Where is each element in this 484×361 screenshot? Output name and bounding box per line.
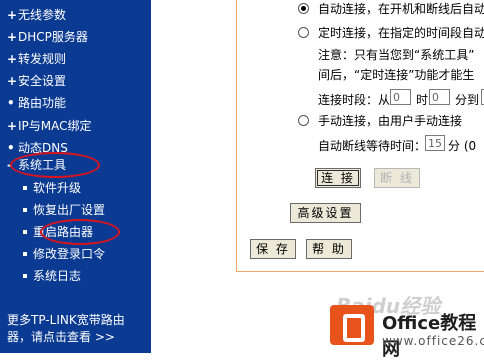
help-button[interactable]: 帮 助 (306, 239, 352, 259)
period-from-input[interactable]: 0 (390, 89, 411, 105)
sidebar-subitem-change-password[interactable]: 修改登录口令 (23, 247, 105, 261)
bullet-icon: • (7, 96, 15, 110)
sidebar-item-ddns[interactable]: • 动态DNS (7, 141, 68, 155)
advanced-settings-button[interactable]: 高级设置 (290, 203, 361, 223)
period-hour-label: 时 (416, 93, 429, 107)
expand-icon: + (7, 30, 18, 44)
collapse-icon: - (7, 158, 12, 172)
disconnect-button[interactable]: 断 线 (374, 168, 420, 188)
sidebar-item-security[interactable]: +安全设置 (7, 74, 66, 88)
sidebar-item-routing[interactable]: • 路由功能 (7, 96, 66, 110)
sidebar-subitem-reboot[interactable]: 重启路由器 (23, 225, 93, 239)
connect-button[interactable]: 连 接 (315, 168, 361, 188)
wan-connection-panel: 自动连接，在开机和断线后自动 定时连接，在指定的时间段自动 注意：只有当您到“系… (236, 0, 484, 272)
bullet-icon (23, 274, 27, 278)
idle-timeout-label: 自动断线等待时间： (318, 139, 427, 153)
option-manual-connect-label: 手动连接，由用户手动连接 (318, 114, 463, 128)
save-button[interactable]: 保 存 (250, 239, 296, 259)
radio-manual-connect[interactable] (298, 115, 309, 126)
expand-icon: + (7, 52, 18, 66)
radio-timed-connect[interactable] (298, 27, 309, 38)
idle-timeout-input[interactable]: 15 (425, 135, 445, 151)
option-timed-connect-label: 定时连接，在指定的时间段自动 (318, 26, 484, 40)
sidebar-subitem-firmware-upgrade[interactable]: 软件升级 (23, 181, 81, 195)
bullet-icon (23, 208, 27, 212)
promo-line-2: 器，请点击查看 >> (7, 330, 115, 344)
promo-link[interactable]: 更多TP-LINK宽带路由 器，请点击查看 >> (7, 312, 125, 346)
bullet-icon (23, 186, 27, 190)
sidebar-item-forwarding[interactable]: +转发规则 (7, 52, 66, 66)
sidebar-item-wireless[interactable]: +无线参数 (7, 8, 66, 22)
sidebar-subitem-system-log[interactable]: 系统日志 (23, 269, 81, 283)
timed-note-line-1: 注意：只有当您到“系统工具” (318, 48, 475, 62)
sidebar-item-dhcp[interactable]: +DHCP服务器 (7, 30, 88, 44)
expand-icon: + (7, 119, 18, 133)
period-minute-label: 分到 (455, 93, 480, 107)
sidebar: +无线参数 +DHCP服务器 +转发规则 +安全设置 • 路由功能 +IP与MAC… (0, 0, 151, 353)
expand-icon: + (7, 74, 18, 88)
idle-timeout-unit: 分 (0 (448, 139, 477, 153)
sidebar-subitem-factory-reset[interactable]: 恢复出厂设置 (23, 203, 105, 217)
period-label: 连接时段：从 (318, 93, 391, 107)
period-to-input[interactable]: 0 (429, 89, 450, 105)
watermark-url: www.office26.com (382, 334, 484, 348)
timed-note-line-2: 间后，“定时连接”功能才能生 (318, 68, 475, 82)
radio-auto-connect[interactable] (298, 3, 309, 14)
office-logo-icon (330, 305, 374, 345)
bullet-icon (23, 230, 27, 234)
sidebar-item-system-tools[interactable]: - 系统工具 (7, 158, 66, 172)
sidebar-item-ip-mac-binding[interactable]: +IP与MAC绑定 (7, 119, 92, 133)
option-auto-connect-label: 自动连接，在开机和断线后自动 (318, 2, 484, 16)
expand-icon: + (7, 8, 18, 22)
bullet-icon (23, 252, 27, 256)
bullet-icon: • (7, 141, 15, 155)
promo-line-1: 更多TP-LINK宽带路由 (7, 313, 125, 327)
